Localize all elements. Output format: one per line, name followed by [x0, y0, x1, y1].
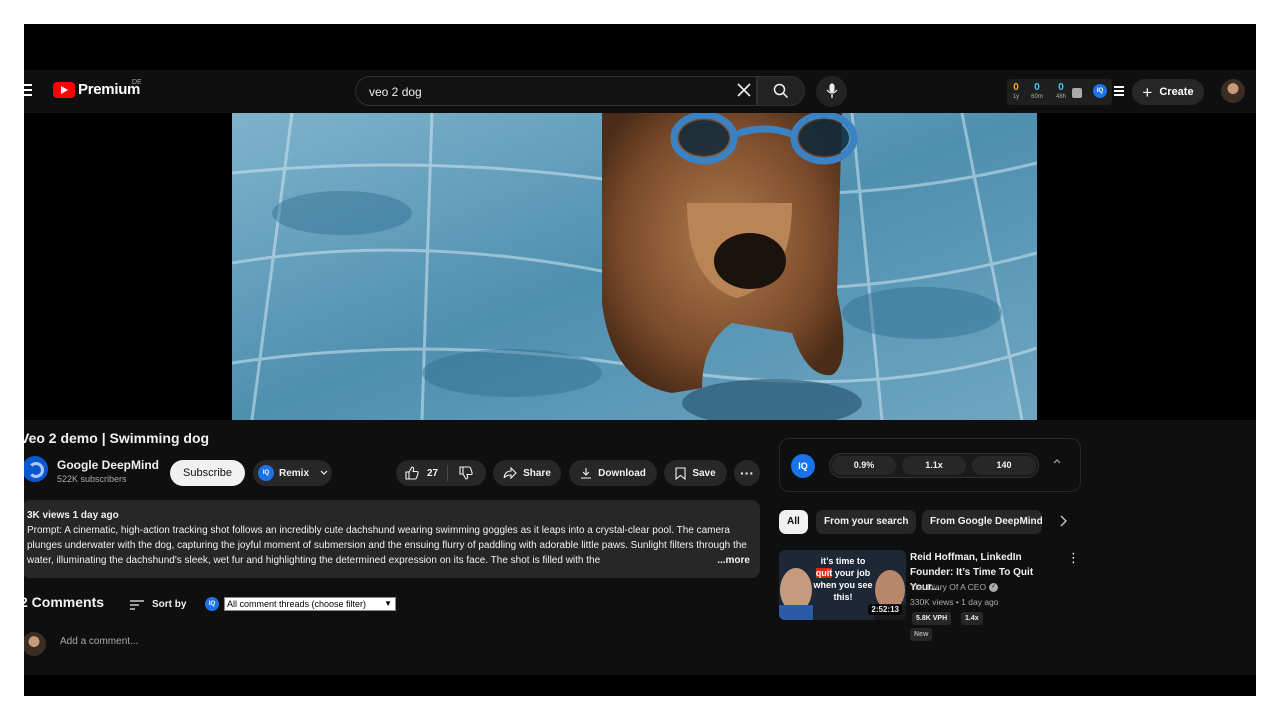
youtube-logo[interactable]: Premium: [53, 81, 140, 98]
create-label: Create: [1159, 86, 1194, 98]
recommended-channel-name: The Diary Of A CEO: [910, 582, 987, 592]
youtube-app: Premium DE veo 2 dog 0 1y 0 60m 0 48h IQ…: [24, 70, 1256, 675]
remix-button[interactable]: IQ Remix: [253, 460, 332, 486]
chip-from-channel[interactable]: From Google DeepMind: [922, 510, 1042, 534]
search-button[interactable]: [757, 76, 805, 106]
subscribe-button[interactable]: Subscribe: [170, 460, 245, 486]
recommended-channel[interactable]: The Diary Of A CEO ✓: [910, 582, 999, 592]
more-vert-icon[interactable]: ⋮: [1067, 550, 1080, 566]
chevron-right-icon[interactable]: [1059, 515, 1067, 527]
plus-icon: +: [1142, 82, 1153, 102]
chip-all[interactable]: All: [779, 510, 808, 534]
save-label: Save: [692, 467, 716, 479]
download-button[interactable]: Download: [569, 460, 657, 486]
stat-60m: 0 60m: [1031, 82, 1043, 100]
thumbs-down-icon[interactable]: [459, 466, 473, 480]
search-icon: [773, 83, 789, 99]
iq-logo-icon[interactable]: IQ: [791, 454, 815, 478]
subscriber-count: 522K subscribers: [57, 474, 127, 484]
voice-search-button[interactable]: [816, 76, 847, 107]
chart-icon[interactable]: [1072, 88, 1082, 98]
vph-badge: 5.8K VPH: [912, 612, 952, 625]
chevron-up-icon[interactable]: [1053, 458, 1061, 464]
comments-heading: 2 Comments: [24, 594, 105, 610]
download-label: Download: [598, 467, 646, 479]
more-actions-button[interactable]: ···: [734, 460, 760, 486]
menu-icon[interactable]: [24, 84, 34, 96]
metric-multiplier: 1.1x: [902, 456, 966, 475]
iq-metrics: 0.9% 1.1x 140: [829, 453, 1039, 478]
chip-from-search[interactable]: From your search: [816, 510, 917, 534]
masthead: Premium DE veo 2 dog 0 1y 0 60m 0 48h IQ…: [24, 70, 1256, 113]
metric-score: 140: [972, 456, 1036, 475]
region-code: DE: [132, 79, 142, 86]
screen-frame: Premium DE veo 2 dog 0 1y 0 60m 0 48h IQ…: [24, 24, 1256, 696]
microphone-icon: [826, 83, 838, 98]
account-avatar[interactable]: [1221, 79, 1245, 103]
channel-avatar[interactable]: [24, 456, 48, 482]
youtube-play-icon: [53, 81, 75, 98]
recommended-views: 330K views • 1 day ago: [910, 597, 999, 607]
sort-label: Sort by: [152, 599, 187, 610]
share-label: Share: [523, 467, 551, 479]
description-text: Prompt: A cinematic, high-action trackin…: [27, 525, 747, 566]
logo-text: Premium: [78, 81, 141, 98]
new-badge: New: [910, 628, 933, 641]
like-divider: [447, 465, 448, 481]
share-icon: [503, 467, 517, 479]
chevron-down-icon: ▼: [384, 599, 392, 608]
sort-icon: [130, 599, 144, 610]
description-box[interactable]: 3K views 1 day ago Prompt: A cinematic, …: [24, 500, 760, 578]
comment-filter-value: All comment threads (choose filter): [227, 599, 367, 609]
chevron-down-icon: [320, 470, 328, 475]
thumbnail-overlay-text: it’s time to quit your job when you see …: [813, 556, 873, 602]
video-player[interactable]: [24, 113, 1256, 420]
like-dislike-group: 27: [396, 460, 486, 486]
add-comment-input[interactable]: Add a comment...: [60, 636, 138, 647]
download-icon: [581, 468, 592, 479]
iq-filter-icon: IQ: [205, 597, 219, 611]
iq-stats-panel: IQ 0.9% 1.1x 140: [779, 438, 1081, 492]
stat-48h: 0 48h: [1055, 82, 1066, 100]
metric-engagement: 0.9%: [832, 456, 896, 475]
commenter-avatar: [24, 632, 46, 656]
bookmark-icon: [675, 466, 686, 480]
verified-icon: ✓: [989, 582, 999, 592]
iq-extension-icon[interactable]: IQ: [1093, 84, 1107, 98]
recommended-video-thumbnail[interactable]: it’s time to quit your job when you see …: [779, 550, 906, 620]
video-duration: 2:52:13: [868, 604, 902, 615]
like-count[interactable]: 27: [427, 468, 438, 479]
extension-menu-icon[interactable]: [1114, 86, 1124, 98]
video-title: Veo 2 demo | Swimming dog: [24, 430, 210, 446]
comment-filter-select[interactable]: All comment threads (choose filter) ▼: [224, 597, 396, 611]
show-more-link[interactable]: ...more: [713, 553, 750, 568]
save-button[interactable]: Save: [664, 460, 727, 486]
sort-button[interactable]: Sort by: [130, 599, 186, 610]
search-box[interactable]: veo 2 dog: [355, 76, 757, 106]
create-button[interactable]: + Create: [1132, 79, 1204, 105]
clear-search-icon[interactable]: [736, 82, 752, 98]
multiplier-badge: 1.4x: [961, 612, 983, 625]
stat-1y: 0 1y: [1012, 82, 1020, 100]
remix-label: Remix: [279, 467, 310, 479]
iq-icon: IQ: [258, 465, 274, 481]
search-input[interactable]: veo 2 dog: [369, 85, 422, 99]
video-frame[interactable]: [232, 113, 1037, 420]
thumbs-up-icon[interactable]: [405, 466, 419, 480]
channel-name[interactable]: Google DeepMind: [57, 458, 159, 472]
share-button[interactable]: Share: [493, 460, 561, 486]
view-count-date: 3K views 1 day ago: [27, 510, 119, 521]
